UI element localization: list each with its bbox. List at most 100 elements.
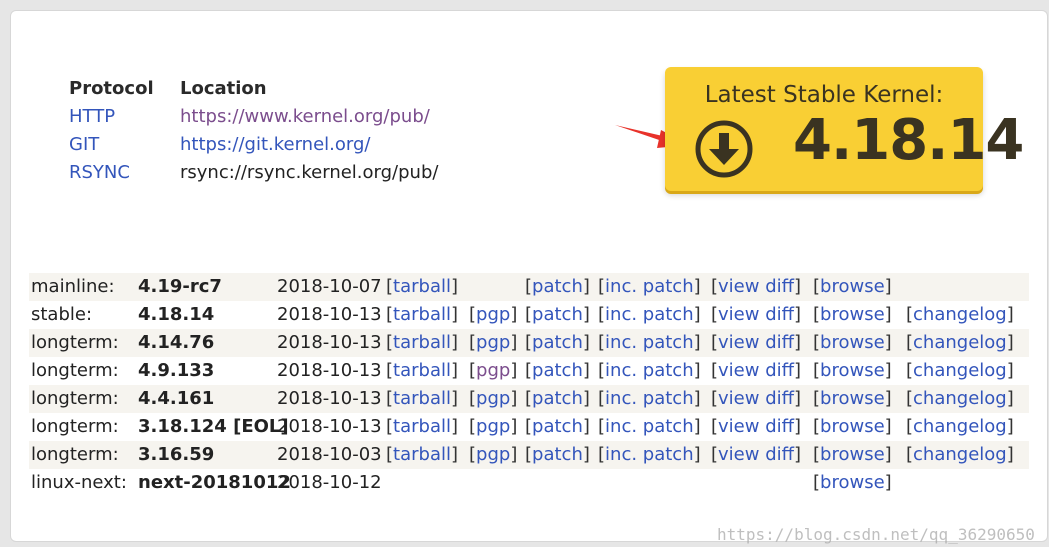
inc-patch-link[interactable]: inc. patch [605,304,694,325]
bracket: ] [794,444,802,465]
view-diff-link[interactable]: view diff [718,444,794,465]
protocol-link-git[interactable]: GIT [69,131,180,159]
changelog-link[interactable]: changelog [913,416,1007,437]
inc-patch-link-wrapper: [inc. patch] [598,357,701,385]
patch-link[interactable]: patch [532,360,583,381]
patch-link[interactable]: patch [532,304,583,325]
changelog-link[interactable]: changelog [913,332,1007,353]
inc-patch-link[interactable]: inc. patch [605,276,694,297]
pgp-link-wrapper: [pgp] [469,329,517,357]
patch-link-wrapper: [patch] [525,357,590,385]
bracket: [ [598,416,606,437]
releases-table: mainline: 4.19-rc7 2018-10-07 [tarball] [pat… [29,273,1029,497]
bracket: ] [693,360,701,381]
browse-link[interactable]: browse [820,276,885,297]
inc-patch-link[interactable]: inc. patch [605,332,694,353]
release-date: 2018-10-13 [277,416,382,437]
view-diff-link[interactable]: view diff [718,276,794,297]
browse-link-wrapper: [browse] [813,357,892,385]
inc-patch-link-wrapper: [inc. patch] [598,301,701,329]
bracket: ] [582,444,590,465]
latest-stable-kernel-button[interactable]: Latest Stable Kernel: 4.18.14 [665,67,1024,191]
bracket: ] [450,416,459,437]
protocol-link-rsync[interactable]: RSYNC [69,159,180,187]
pgp-link-wrapper: [pgp] [469,357,517,385]
browse-link[interactable]: browse [820,304,885,325]
release-date: 2018-10-13 [277,360,382,381]
inc-patch-link[interactable]: inc. patch [605,360,694,381]
location-link-http[interactable]: https://www.kernel.org/pub/ [180,106,430,127]
bracket: ] [1006,416,1014,437]
tarball-link-wrapper: [tarball] [386,329,458,357]
bracket: ] [582,332,590,353]
view-diff-link[interactable]: view diff [718,332,794,353]
pgp-link[interactable]: pgp [476,332,510,353]
patch-link[interactable]: patch [532,332,583,353]
patch-link[interactable]: patch [532,444,583,465]
bracket: ] [884,276,892,297]
tarball-link[interactable]: tarball [393,444,451,465]
patch-link[interactable]: patch [532,276,583,297]
bracket: [ [598,444,606,465]
changelog-link[interactable]: changelog [913,360,1007,381]
bracket: [ [906,360,914,381]
tarball-link[interactable]: tarball [393,276,451,297]
pgp-link[interactable]: pgp [476,360,510,381]
view-diff-link[interactable]: view diff [718,416,794,437]
browse-link[interactable]: browse [820,472,885,493]
inc-patch-link[interactable]: inc. patch [605,388,694,409]
browse-link[interactable]: browse [820,332,885,353]
browse-link[interactable]: browse [820,444,885,465]
bracket: ] [794,360,802,381]
changelog-link-wrapper: [changelog] [906,413,1014,441]
patch-link-wrapper: [patch] [525,329,590,357]
browse-link[interactable]: browse [820,388,885,409]
bracket: [ [906,416,914,437]
browse-link[interactable]: browse [820,360,885,381]
inc-patch-link[interactable]: inc. patch [605,416,694,437]
release-date: 2018-10-13 [277,388,382,409]
banner-title: Latest Stable Kernel: [704,82,944,108]
patch-link[interactable]: patch [532,388,583,409]
view-diff-link-wrapper: [view diff] [711,329,801,357]
view-diff-link[interactable]: view diff [718,360,794,381]
location-link-git[interactable]: https://git.kernel.org/ [180,134,370,155]
release-version: 4.4.161 [138,388,215,409]
view-diff-link[interactable]: view diff [718,304,794,325]
pgp-link-wrapper: [pgp] [469,385,517,413]
tarball-link[interactable]: tarball [393,416,451,437]
release-type: longterm: [31,444,119,465]
bracket: ] [510,360,518,381]
tarball-link[interactable]: tarball [393,360,451,381]
tarball-link[interactable]: tarball [393,304,451,325]
pgp-link[interactable]: pgp [476,304,510,325]
tarball-link[interactable]: tarball [393,388,451,409]
protocol-link-http[interactable]: HTTP [69,103,180,131]
changelog-link[interactable]: changelog [913,388,1007,409]
bracket: [ [906,332,914,353]
protocol-row-rsync: RSYNC rsync://rsync.kernel.org/pub/ [69,159,438,187]
browse-link-wrapper: [browse] [813,413,892,441]
bracket: ] [582,416,590,437]
bracket: [ [525,332,533,353]
pgp-link-wrapper: [pgp] [469,441,517,469]
tarball-link[interactable]: tarball [393,332,451,353]
pgp-link[interactable]: pgp [476,444,510,465]
content-card: Protocol Location HTTP https://www.kernel.… [10,10,1048,544]
pgp-link[interactable]: pgp [476,388,510,409]
view-diff-link[interactable]: view diff [718,388,794,409]
changelog-link[interactable]: changelog [913,444,1007,465]
inc-patch-link-wrapper: [inc. patch] [598,273,701,301]
pgp-link[interactable]: pgp [476,416,510,437]
changelog-link[interactable]: changelog [913,304,1007,325]
release-version: 4.18.14 [138,304,215,325]
bracket: ] [1006,388,1014,409]
bracket: ] [884,416,892,437]
patch-link[interactable]: patch [532,416,583,437]
bracket: [ [813,332,821,353]
inc-patch-link[interactable]: inc. patch [605,444,694,465]
browse-link[interactable]: browse [820,416,885,437]
bracket: ] [693,388,701,409]
view-diff-link-wrapper: [view diff] [711,385,801,413]
bracket: [ [598,360,606,381]
